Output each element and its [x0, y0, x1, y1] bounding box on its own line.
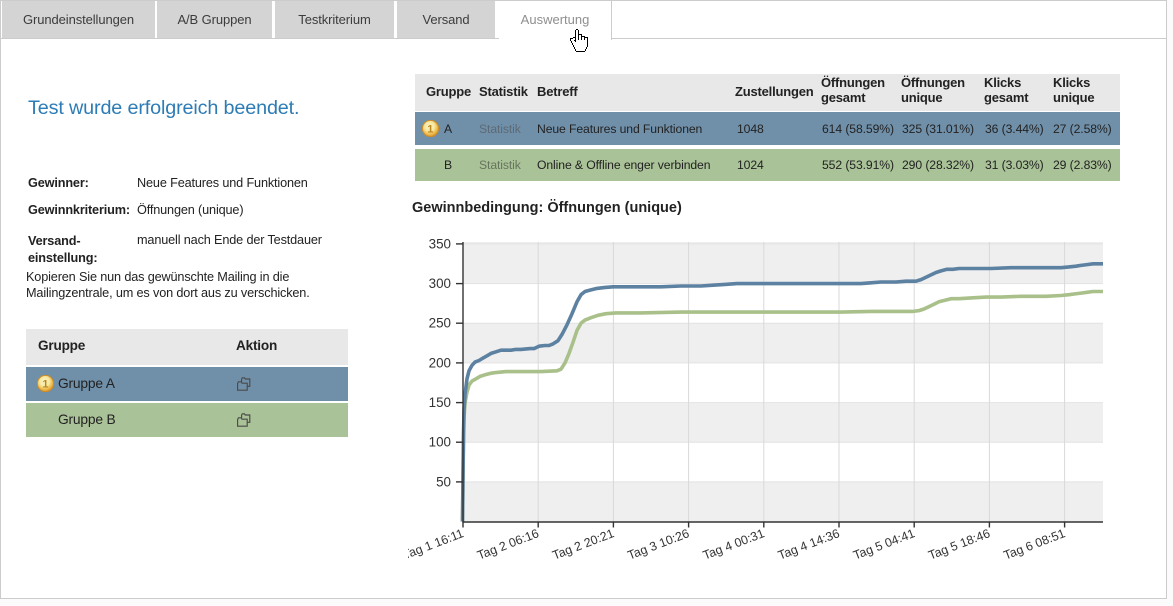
- svg-text:1: 1: [42, 379, 48, 391]
- svg-text:200: 200: [429, 355, 451, 370]
- svg-text:Tag 6 08:51: Tag 6 08:51: [1002, 526, 1068, 562]
- svg-text:50: 50: [436, 474, 451, 489]
- svg-text:300: 300: [429, 276, 451, 291]
- svg-text:Tag 4 14:36: Tag 4 14:36: [776, 526, 842, 562]
- svg-text:Tag 4 00:31: Tag 4 00:31: [701, 526, 767, 562]
- svg-text:Tag 2 06:16: Tag 2 06:16: [475, 526, 541, 562]
- svg-text:250: 250: [429, 316, 451, 331]
- svg-text:Tag 2 20:21: Tag 2 20:21: [550, 526, 616, 562]
- svg-text:1: 1: [427, 124, 433, 136]
- svg-text:Tag 3 10:26: Tag 3 10:26: [626, 526, 692, 562]
- svg-text:350: 350: [429, 236, 451, 251]
- svg-text:150: 150: [429, 395, 451, 410]
- svg-text:Tag 5 18:46: Tag 5 18:46: [926, 526, 992, 562]
- svg-text:100: 100: [429, 435, 451, 450]
- svg-text:Tag 5 04:41: Tag 5 04:41: [851, 526, 917, 562]
- svg-text:Tag 1 16:11: Tag 1 16:11: [408, 526, 466, 562]
